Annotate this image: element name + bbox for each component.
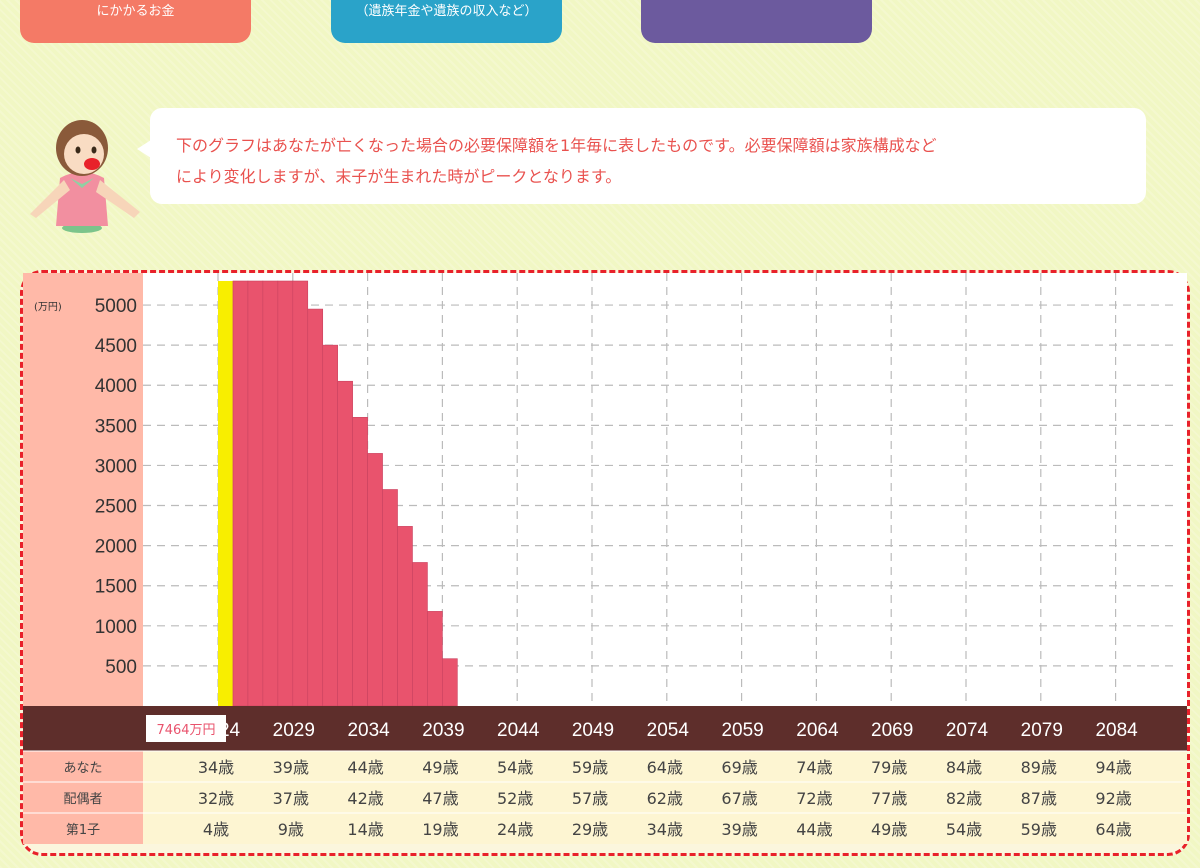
age-row-label: 第1子 (66, 823, 100, 838)
cost-button-label: にかかるお金 (96, 4, 175, 19)
x-tick-label: 2054 (647, 720, 690, 741)
age-value: 34歳 (198, 758, 234, 777)
bar (277, 280, 294, 707)
bar (262, 280, 279, 707)
age-value: 49歳 (422, 758, 458, 777)
income-button[interactable]: （遺族年金や遺族の収入など） (331, 0, 562, 43)
x-tick-label: 2044 (497, 720, 540, 741)
age-value: 42歳 (347, 789, 383, 808)
message-line-1: 下のグラフはあなたが亡くなった場合の必要保障額を1年毎に表したものです。必要保障… (176, 136, 937, 155)
age-value: 57歳 (572, 789, 608, 808)
age-row-label: 配偶者 (63, 792, 102, 807)
age-value: 44歳 (347, 758, 383, 777)
age-value: 59歳 (572, 758, 608, 777)
bar (337, 380, 353, 707)
other-button[interactable] (641, 0, 872, 43)
age-value: 54歳 (946, 820, 982, 839)
income-button-label: （遺族年金や遺族の収入など） (355, 4, 538, 19)
y-tick-label: 4500 (95, 336, 137, 357)
y-tick-label: 2000 (95, 537, 137, 558)
age-value: 84歳 (946, 758, 982, 777)
age-row-label: あなた (63, 761, 102, 776)
y-tick-label: 3500 (95, 416, 137, 437)
bar (322, 344, 338, 707)
age-value: 67歳 (721, 789, 757, 808)
age-value: 64歳 (647, 758, 683, 777)
x-tick-label: 2079 (1021, 720, 1063, 741)
bar (427, 611, 443, 707)
age-value: 49歳 (871, 820, 907, 839)
x-tick-label: 2069 (871, 720, 913, 741)
age-value: 74歳 (796, 758, 832, 777)
age-value: 77歳 (871, 789, 907, 808)
age-value: 34歳 (647, 820, 683, 839)
bar (307, 308, 324, 707)
x-tick-label: 2084 (1095, 720, 1138, 741)
x-tick-label: 2039 (422, 720, 464, 741)
age-value: 69歳 (721, 758, 757, 777)
age-value: 64歳 (1095, 820, 1131, 839)
age-value: 54歳 (497, 758, 533, 777)
bar (397, 526, 413, 707)
bubble-tail (137, 140, 151, 158)
age-value: 92歳 (1095, 789, 1131, 808)
age-value: 14歳 (347, 820, 383, 839)
age-value: 4歳 (203, 820, 229, 839)
x-tick-label: 2064 (796, 720, 839, 741)
bar (382, 489, 398, 707)
age-value: 19歳 (422, 820, 458, 839)
bar (247, 280, 264, 707)
bar (412, 562, 428, 707)
age-value: 47歳 (422, 789, 458, 808)
age-value: 89歳 (1021, 758, 1057, 777)
age-value: 44歳 (796, 820, 832, 839)
message-line-2: により変化しますが、末子が生まれた時がピークとなります。 (176, 167, 622, 186)
age-value: 52歳 (497, 789, 533, 808)
age-value: 9歳 (278, 820, 304, 839)
age-value: 94歳 (1095, 758, 1131, 777)
advisor-character (30, 120, 140, 233)
x-tick-label: 2074 (946, 720, 989, 741)
y-tick-label: 4000 (95, 376, 137, 397)
bar (367, 453, 383, 707)
bar (442, 658, 458, 707)
x-tick-label: 2049 (572, 720, 614, 741)
age-value: 39歳 (273, 758, 309, 777)
age-value: 32歳 (198, 789, 234, 808)
coverage-chart: 500 1000 1500 2000 2500 3000 3500 4000 4500 5000 (… (23, 273, 1187, 844)
chart-panel: 500 1000 1500 2000 2500 3000 3500 4000 4500 5000 (… (20, 270, 1190, 856)
age-value: 87歳 (1021, 789, 1057, 808)
x-tick-label: 2029 (273, 720, 315, 741)
y-unit-label: (万円) (34, 302, 62, 313)
age-value: 29歳 (572, 820, 608, 839)
bar (352, 417, 368, 707)
age-value: 37歳 (273, 789, 309, 808)
value-tooltip: 7464万円 (156, 723, 215, 738)
x-tick-label: 2059 (721, 720, 763, 741)
age-value: 24歳 (497, 820, 533, 839)
bar-highlight (218, 281, 233, 706)
age-value: 39歳 (721, 820, 757, 839)
age-value: 72歳 (796, 789, 832, 808)
age-value: 59歳 (1021, 820, 1057, 839)
age-value: 79歳 (871, 758, 907, 777)
y-tick-label: 1000 (95, 617, 137, 638)
y-tick-label: 5000 (95, 296, 137, 317)
age-value: 82歳 (946, 789, 982, 808)
y-tick-label: 2500 (95, 497, 137, 518)
bar (292, 280, 309, 707)
speech-bubble: 下のグラフはあなたが亡くなった場合の必要保障額を1年毎に表したものです。必要保障… (150, 108, 1146, 204)
y-tick-label: 3000 (95, 456, 137, 477)
bar (232, 280, 249, 707)
x-tick-label: 2034 (347, 720, 390, 741)
y-tick-label: 1500 (95, 577, 137, 598)
y-tick-label: 500 (105, 657, 137, 678)
age-value: 62歳 (647, 789, 683, 808)
cost-button[interactable]: にかかるお金 (20, 0, 251, 43)
